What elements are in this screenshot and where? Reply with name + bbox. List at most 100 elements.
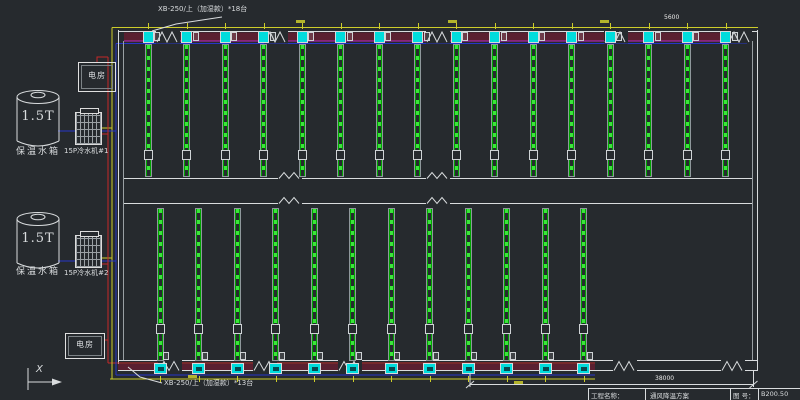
fan-unit-tag-text — [389, 367, 395, 371]
fan-tag — [578, 32, 584, 41]
chiller-top-label: 15P冷水机#1 — [64, 148, 108, 156]
title-block-project-label: 工程名称： — [589, 389, 646, 400]
fabric-duct — [234, 208, 241, 361]
mini-dim-blob — [188, 375, 197, 378]
fan-unit — [462, 363, 475, 374]
fan-unit-tag-text — [543, 367, 549, 371]
fan-tag — [510, 352, 516, 360]
title-block: 工程名称： 通风降温方案 图 号： B200.50 — [588, 388, 800, 400]
dim-tick — [649, 23, 650, 29]
fan-tag — [240, 352, 246, 360]
duct-connector — [452, 150, 461, 160]
fan-tag — [433, 352, 439, 360]
chiller-bottom-unit — [75, 235, 102, 268]
fan-unit — [335, 31, 346, 43]
dim-tick — [353, 376, 354, 382]
dim-tick — [545, 376, 546, 382]
dim-tick — [495, 23, 496, 29]
fan-unit-tag-text — [504, 367, 510, 371]
dim-tick — [341, 23, 342, 29]
fan-unit-tag-text — [312, 367, 318, 371]
fan-unit-tag-text — [427, 367, 433, 371]
fan-tag — [587, 352, 593, 360]
dim-tick — [379, 23, 380, 29]
duct-connector — [259, 150, 268, 160]
dim-tick — [276, 376, 277, 382]
chiller-bottom-label: 15P冷水机#2 — [64, 270, 108, 278]
axis-x-label: X — [36, 364, 43, 375]
fan-unit-tag-text — [273, 367, 279, 371]
fan-tag — [279, 352, 285, 360]
fan-unit — [269, 363, 282, 374]
dim-tick — [610, 23, 611, 29]
dim-tick — [726, 23, 727, 29]
duct-connector — [156, 324, 165, 334]
fan-unit — [297, 31, 308, 43]
fan-tag — [385, 32, 391, 41]
dim-tick — [456, 23, 457, 29]
fan-tag — [471, 352, 477, 360]
fabric-duct — [157, 208, 164, 361]
duct-connector — [579, 324, 588, 334]
fabric-duct — [542, 208, 549, 361]
dim-tick — [302, 23, 303, 29]
fan-unit — [346, 363, 359, 374]
duct-connector — [490, 150, 499, 160]
fan-tag — [655, 32, 661, 41]
dim-tick — [533, 23, 534, 29]
fan-unit — [451, 31, 462, 43]
fabric-duct — [465, 208, 472, 361]
power-room-bottom-label: 电房 — [66, 341, 104, 350]
fabric-duct — [195, 208, 202, 361]
duct-connector — [310, 324, 319, 334]
title-block-number-value: B200.50 — [759, 389, 800, 400]
duct-connector — [683, 150, 692, 160]
duct-connector — [194, 324, 203, 334]
fan-unit — [412, 31, 423, 43]
dim-tick — [572, 23, 573, 29]
fan-unit — [385, 363, 398, 374]
axis-x-icon — [28, 368, 62, 390]
duct-connector — [182, 150, 191, 160]
tank-top-name: 保温水箱 — [16, 148, 60, 158]
duct-connector — [336, 150, 345, 160]
dim-tick — [237, 376, 238, 382]
dim-tick — [264, 23, 265, 29]
duct-connector — [387, 324, 396, 334]
dim-tick — [391, 376, 392, 382]
cad-drawing-canvas[interactable]: 电房 电房 1.5T 保温水箱 1.5T 保温水箱 15P冷水机#1 15P冷水… — [0, 0, 800, 400]
dim-tick — [148, 23, 149, 29]
fan-tag — [317, 352, 323, 360]
fabric-duct — [349, 208, 356, 361]
dim-tick — [160, 376, 161, 382]
dim-tick — [314, 376, 315, 382]
duct-connector — [502, 324, 511, 334]
fan-tag — [193, 32, 199, 41]
dim-tick — [225, 23, 226, 29]
duct-connector — [348, 324, 357, 334]
fabric-duct — [272, 208, 279, 361]
power-room-top: 电房 — [78, 62, 116, 92]
fan-unit — [682, 31, 693, 43]
fan-unit — [374, 31, 385, 43]
fan-tag — [347, 32, 353, 41]
fan-unit-tag-text — [235, 367, 241, 371]
dim-tick — [199, 376, 200, 382]
fan-tag — [308, 32, 314, 41]
fan-unit — [308, 363, 321, 374]
fan-unit — [231, 363, 244, 374]
fan-unit — [720, 31, 731, 43]
mini-dim-blob — [296, 20, 305, 23]
fan-unit-tag-text — [158, 367, 164, 371]
duct-connector — [144, 150, 153, 160]
fan-tag — [539, 32, 545, 41]
fan-unit — [143, 31, 154, 43]
duct-connector — [721, 150, 730, 160]
fan-tag — [270, 32, 276, 41]
fan-unit-tag-text — [196, 367, 202, 371]
duct-connector — [606, 150, 615, 160]
tank-bottom-capacity: 1.5T — [20, 232, 56, 246]
fan-tag — [356, 352, 362, 360]
dim-tick — [584, 376, 585, 382]
duct-connector — [298, 150, 307, 160]
